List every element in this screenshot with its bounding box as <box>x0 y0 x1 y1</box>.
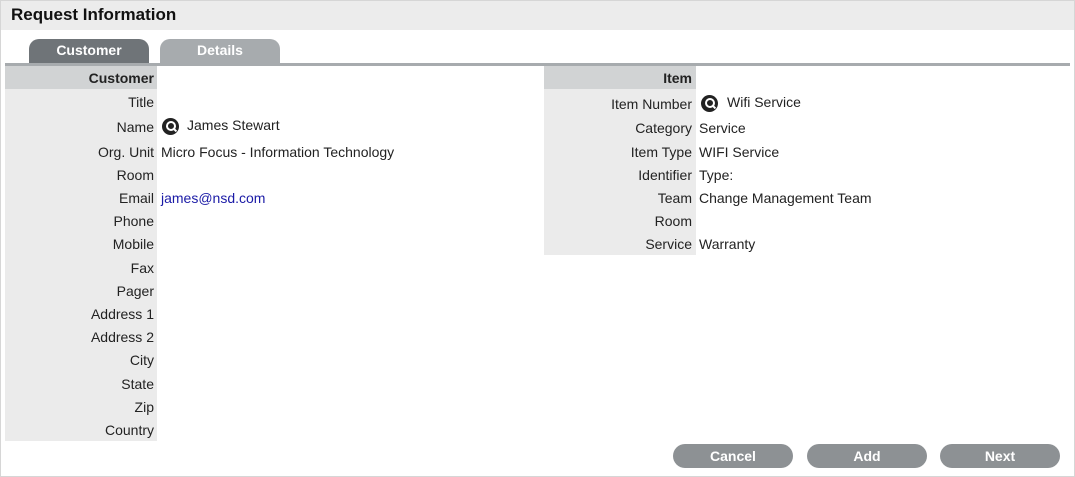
tab-customer[interactable]: Customer <box>29 39 149 63</box>
item-number-value: Wifi Service <box>727 94 801 110</box>
customer-city-label: City <box>129 352 154 368</box>
customer-org-unit-value: Micro Focus - Information Technology <box>161 144 395 160</box>
item-identifier-value: Type: <box>699 167 734 183</box>
request-information-panel: Request Information Customer Details Cus… <box>0 0 1075 477</box>
tab-details[interactable]: Details <box>160 39 280 63</box>
customer-address2-label: Address 2 <box>90 329 154 345</box>
item-team-label: Team <box>657 190 692 206</box>
item-section-header: Item <box>663 70 692 86</box>
page-title: Request Information <box>11 5 177 24</box>
customer-phone-label: Phone <box>113 213 154 229</box>
customer-address1-label: Address 1 <box>90 306 154 322</box>
next-button[interactable]: Next <box>940 444 1060 468</box>
item-type-label: Item Type <box>630 144 692 160</box>
search-icon[interactable] <box>701 95 718 112</box>
tab-underline <box>5 63 1070 66</box>
item-type-value: WIFI Service <box>699 144 780 160</box>
add-button[interactable]: Add <box>807 444 927 468</box>
customer-zip-label: Zip <box>134 399 154 415</box>
customer-name-label: Name <box>116 119 154 135</box>
item-number-label: Item Number <box>611 96 692 112</box>
customer-email-link[interactable]: james@nsd.com <box>161 190 265 206</box>
item-category-value: Service <box>699 120 746 136</box>
cancel-button[interactable]: Cancel <box>673 444 793 468</box>
customer-email-label: Email <box>118 190 154 206</box>
customer-org-unit-label: Org. Unit <box>97 144 154 160</box>
item-room-label: Room <box>654 213 692 229</box>
customer-section-header: Customer <box>88 70 154 86</box>
item-service-label: Service <box>645 236 692 252</box>
item-identifier-label: Identifier <box>638 167 692 183</box>
customer-mobile-label: Mobile <box>112 236 154 252</box>
customer-name-value: James Stewart <box>187 117 280 133</box>
customer-fax-label: Fax <box>130 260 154 276</box>
panel-title-bar: Request Information <box>1 1 1074 30</box>
item-team-value: Change Management Team <box>699 190 872 206</box>
item-category-label: Category <box>635 120 692 136</box>
customer-state-label: State <box>121 376 154 392</box>
customer-pager-label: Pager <box>116 283 154 299</box>
customer-room-label: Room <box>116 167 154 183</box>
customer-country-label: Country <box>104 422 154 438</box>
search-icon[interactable] <box>162 118 179 135</box>
item-service-value: Warranty <box>699 236 756 252</box>
customer-title-label: Title <box>128 94 154 110</box>
